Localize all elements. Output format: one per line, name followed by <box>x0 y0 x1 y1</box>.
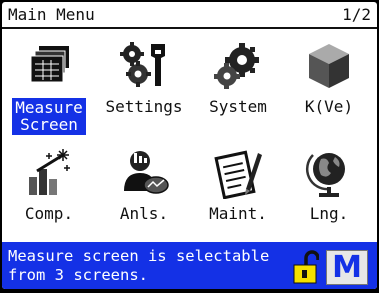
system-gears-icon <box>214 43 259 89</box>
menu-item-maint[interactable]: Maint. <box>196 145 280 245</box>
menu-label: Settings <box>105 97 183 116</box>
menu-label: Maint. <box>209 204 267 223</box>
analysis-person-chart-icon <box>124 151 169 194</box>
page-title: Main Menu <box>8 5 95 24</box>
status-bar: Measure screen is selectable from 3 scre… <box>2 242 377 289</box>
menu-item-system[interactable]: System <box>196 38 280 138</box>
measure-screens-icon <box>30 46 69 83</box>
menu-item-k-ve[interactable]: K(Ve) <box>287 38 371 138</box>
mode-indicator[interactable]: M <box>326 250 368 285</box>
cube-icon <box>309 44 349 88</box>
status-message: Measure screen is selectable from 3 scre… <box>8 247 270 284</box>
page-indicator[interactable]: 1/2 <box>342 5 371 24</box>
menu-label: Measure Screen <box>12 98 86 135</box>
title-bar: Main Menu 1/2 <box>2 2 377 29</box>
unlock-icon[interactable] <box>293 250 319 284</box>
menu-item-anls[interactable]: Anls. <box>102 145 186 245</box>
menu-label: System <box>209 97 267 116</box>
menu-label: Lng. <box>309 204 349 223</box>
menu-label: Anls. <box>119 204 169 223</box>
menu-label: Comp. <box>24 204 74 223</box>
menu-item-comp[interactable]: Comp. <box>7 145 91 245</box>
settings-gears-wrench-icon <box>120 42 165 87</box>
menu-item-settings[interactable]: Settings <box>102 38 186 138</box>
language-globe-icon <box>306 153 345 197</box>
compensation-sparkle-icon <box>29 149 70 195</box>
menu-label: K(Ve) <box>304 97 354 116</box>
maintenance-clipboard-icon <box>214 150 262 199</box>
menu-item-measure-screen[interactable]: Measure Screen <box>7 38 91 138</box>
main-menu-screen: Main Menu 1/2 Measure Screen Settings Sy… <box>2 2 377 289</box>
menu-item-lng[interactable]: Lng. <box>287 145 371 245</box>
